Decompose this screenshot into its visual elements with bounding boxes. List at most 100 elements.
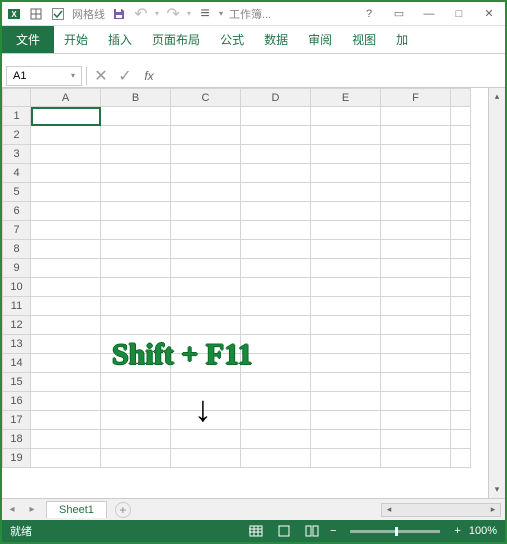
horizontal-scrollbar[interactable]: ◂ ▸ bbox=[381, 503, 501, 517]
cell[interactable] bbox=[381, 297, 451, 316]
cell[interactable] bbox=[171, 449, 241, 468]
cell[interactable] bbox=[101, 259, 171, 278]
row-header[interactable]: 19 bbox=[3, 449, 31, 468]
cell[interactable] bbox=[101, 430, 171, 449]
zoom-slider[interactable] bbox=[350, 530, 440, 533]
cell[interactable] bbox=[241, 183, 311, 202]
cell[interactable] bbox=[381, 316, 451, 335]
new-sheet-button[interactable]: + bbox=[115, 502, 131, 518]
cell[interactable] bbox=[101, 278, 171, 297]
cell[interactable] bbox=[311, 392, 381, 411]
cell[interactable] bbox=[381, 240, 451, 259]
cell[interactable] bbox=[381, 126, 451, 145]
column-header[interactable]: C bbox=[171, 89, 241, 107]
cell[interactable] bbox=[171, 202, 241, 221]
cell[interactable] bbox=[171, 373, 241, 392]
sheet-tab-active[interactable]: Sheet1 bbox=[46, 501, 107, 518]
select-all-corner[interactable] bbox=[3, 89, 31, 107]
cell[interactable] bbox=[241, 278, 311, 297]
cell[interactable] bbox=[101, 297, 171, 316]
column-header[interactable]: F bbox=[381, 89, 451, 107]
cell[interactable] bbox=[381, 354, 451, 373]
row-header[interactable]: 12 bbox=[3, 316, 31, 335]
cell[interactable] bbox=[171, 297, 241, 316]
cell[interactable] bbox=[381, 411, 451, 430]
cell[interactable] bbox=[31, 297, 101, 316]
tab-review[interactable]: 审阅 bbox=[298, 26, 342, 53]
row-header[interactable]: 17 bbox=[3, 411, 31, 430]
cell[interactable] bbox=[311, 259, 381, 278]
cell[interactable] bbox=[381, 107, 451, 126]
cell[interactable] bbox=[241, 373, 311, 392]
cell[interactable] bbox=[31, 202, 101, 221]
row-header[interactable]: 2 bbox=[3, 126, 31, 145]
redo-icon[interactable]: ↷ bbox=[165, 6, 181, 22]
zoom-level[interactable]: 100% bbox=[469, 525, 497, 537]
row-header[interactable]: 10 bbox=[3, 278, 31, 297]
cell[interactable] bbox=[171, 183, 241, 202]
cell[interactable] bbox=[171, 335, 241, 354]
cell[interactable] bbox=[381, 183, 451, 202]
cell[interactable] bbox=[241, 354, 311, 373]
cell[interactable] bbox=[311, 373, 381, 392]
cell[interactable] bbox=[381, 164, 451, 183]
row-header[interactable]: 8 bbox=[3, 240, 31, 259]
cell[interactable] bbox=[31, 449, 101, 468]
cell[interactable] bbox=[101, 411, 171, 430]
cell[interactable] bbox=[101, 240, 171, 259]
cell[interactable] bbox=[31, 164, 101, 183]
cell[interactable] bbox=[101, 202, 171, 221]
cell[interactable] bbox=[31, 259, 101, 278]
tab-nav-prev-icon[interactable]: ◂ bbox=[2, 499, 22, 521]
column-header[interactable]: D bbox=[241, 89, 311, 107]
cell[interactable] bbox=[241, 107, 311, 126]
cell[interactable] bbox=[171, 392, 241, 411]
scroll-right-icon[interactable]: ▸ bbox=[486, 504, 500, 516]
cell[interactable] bbox=[101, 126, 171, 145]
cell[interactable] bbox=[171, 145, 241, 164]
cell[interactable] bbox=[311, 449, 381, 468]
redo-dropdown-icon[interactable]: ▾ bbox=[187, 9, 191, 18]
cell[interactable] bbox=[171, 221, 241, 240]
row-header[interactable]: 3 bbox=[3, 145, 31, 164]
cell[interactable] bbox=[241, 164, 311, 183]
view-page-layout-icon[interactable] bbox=[274, 523, 294, 539]
cell[interactable] bbox=[241, 430, 311, 449]
cell[interactable] bbox=[311, 164, 381, 183]
row-header[interactable]: 5 bbox=[3, 183, 31, 202]
cell[interactable] bbox=[101, 335, 171, 354]
cell[interactable] bbox=[171, 354, 241, 373]
undo-dropdown-icon[interactable]: ▾ bbox=[155, 9, 159, 18]
tab-data[interactable]: 数据 bbox=[254, 26, 298, 53]
cell[interactable] bbox=[311, 221, 381, 240]
cell[interactable] bbox=[241, 240, 311, 259]
cell[interactable] bbox=[381, 202, 451, 221]
cell[interactable] bbox=[101, 221, 171, 240]
cell[interactable] bbox=[311, 202, 381, 221]
cell[interactable] bbox=[241, 316, 311, 335]
close-icon[interactable]: ✕ bbox=[477, 4, 501, 24]
save-icon[interactable] bbox=[111, 6, 127, 22]
row-header[interactable]: 18 bbox=[3, 430, 31, 449]
qa-menu-icon[interactable]: ≡ bbox=[197, 6, 213, 22]
cell[interactable] bbox=[101, 354, 171, 373]
cell[interactable] bbox=[101, 392, 171, 411]
cell[interactable] bbox=[381, 278, 451, 297]
cell[interactable] bbox=[241, 297, 311, 316]
cell[interactable] bbox=[171, 164, 241, 183]
view-normal-icon[interactable] bbox=[246, 523, 266, 539]
maximize-icon[interactable]: □ bbox=[447, 4, 471, 24]
grid[interactable]: ABCDEF12345678910111213141516171819 Shif… bbox=[2, 88, 488, 498]
cell[interactable] bbox=[101, 316, 171, 335]
cell[interactable] bbox=[31, 316, 101, 335]
row-header[interactable]: 14 bbox=[3, 354, 31, 373]
column-header[interactable]: A bbox=[31, 89, 101, 107]
tab-more[interactable]: 加 bbox=[386, 26, 418, 53]
cell[interactable] bbox=[171, 126, 241, 145]
ribbon-display-icon[interactable]: ▭ bbox=[387, 4, 411, 24]
cell[interactable] bbox=[101, 183, 171, 202]
name-box-dropdown-icon[interactable]: ▾ bbox=[71, 71, 75, 80]
fx-icon[interactable]: fx bbox=[139, 66, 159, 86]
cancel-icon[interactable]: ✕ bbox=[91, 66, 111, 86]
row-header[interactable]: 1 bbox=[3, 107, 31, 126]
